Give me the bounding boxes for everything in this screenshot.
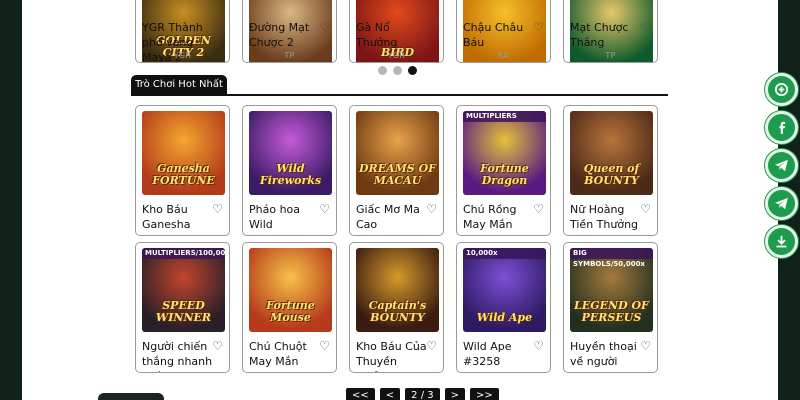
game-title[interactable]: Mạt Chược Thắng bbox=[570, 20, 646, 50]
game-title[interactable]: Nữ Hoàng Tiền Thưởng bbox=[570, 202, 646, 232]
facebook-icon bbox=[779, 121, 786, 134]
page-current-indicator: 2 / 3 bbox=[405, 388, 440, 400]
game-thumbnail[interactable]: Wild Fireworks bbox=[249, 111, 332, 195]
favorite-heart-icon[interactable]: ♡ bbox=[212, 340, 223, 352]
game-title[interactable]: Gà Nổ Thưởng bbox=[356, 20, 432, 50]
favorite-heart-icon[interactable]: ♡ bbox=[640, 340, 651, 352]
favorite-heart-icon[interactable]: ♡ bbox=[426, 21, 437, 33]
game-logo-art: LEGEND OF PERSEUS bbox=[574, 299, 649, 324]
game-logo-art: Wild Fireworks bbox=[259, 162, 322, 187]
carousel-dot-3[interactable] bbox=[408, 66, 417, 75]
game-card[interactable]: 10,000x Wild Ape Wild Ape #3258 ♡ bbox=[456, 242, 551, 373]
game-title[interactable]: Pháo hoa Wild bbox=[249, 202, 325, 232]
favorite-heart-icon[interactable]: ♡ bbox=[319, 203, 330, 215]
download-icon bbox=[776, 235, 787, 248]
game-provider: KA bbox=[497, 51, 510, 60]
telegram-button-1[interactable] bbox=[765, 149, 798, 182]
share-button[interactable] bbox=[765, 73, 798, 106]
game-logo-art: Ganesha FORTUNE bbox=[152, 162, 215, 187]
game-logo-art: Queen of BOUNTY bbox=[583, 162, 640, 187]
favorite-heart-icon[interactable]: ♡ bbox=[426, 203, 437, 215]
social-sidebar bbox=[765, 73, 798, 258]
game-thumbnail[interactable]: MULTIPLIERS Fortune Dragon bbox=[463, 111, 546, 195]
section-divider bbox=[131, 94, 668, 96]
game-title[interactable]: Kho Báu Của Thuyền Trưởng bbox=[356, 339, 432, 372]
carousel-dot-1[interactable] bbox=[378, 66, 387, 75]
game-title[interactable]: Chú Rồng May Mắn bbox=[463, 202, 539, 232]
game-title[interactable]: Huyền thoại về người bbox=[570, 339, 646, 369]
section-title: Trò Chơi Hot Nhất bbox=[131, 75, 227, 95]
game-card[interactable]: Fortune Mouse Chú Chuột May Mắn ♡ bbox=[242, 242, 337, 373]
game-thumbnail[interactable]: MULTIPLIERS/100,000x SPEED WINNER bbox=[142, 248, 225, 332]
game-title[interactable]: Chú Chuột May Mắn bbox=[249, 339, 325, 369]
game-title[interactable]: Đường Mạt Chược 2 bbox=[249, 20, 325, 50]
page-last-button[interactable]: >> bbox=[470, 388, 499, 400]
game-card[interactable]: Queen of BOUNTY Nữ Hoàng Tiền Thưởng ♡ bbox=[563, 105, 658, 236]
page-prev-button[interactable]: < bbox=[379, 388, 401, 400]
game-provider: TP bbox=[284, 51, 295, 60]
game-card[interactable]: Wild Fireworks Pháo hoa Wild ♡ bbox=[242, 105, 337, 236]
game-logo-art: Fortune Mouse bbox=[266, 299, 315, 324]
carousel-dot-2[interactable] bbox=[393, 66, 402, 75]
game-title[interactable]: Kho Báu Ganesha bbox=[142, 202, 218, 232]
multiplier-badge: MULTIPLIERS bbox=[463, 111, 546, 122]
game-title[interactable]: Wild Ape #3258 bbox=[463, 339, 539, 369]
game-card[interactable]: Đường Mạt Chược 2 ♡ TP bbox=[242, 0, 337, 63]
multiplier-badge: MULTIPLIERS/100,000x bbox=[142, 248, 225, 259]
game-card[interactable]: BIG SYMBOLS/50,000x LEGEND OF PERSEUS Huyề… bbox=[563, 242, 658, 373]
game-thumbnail[interactable]: Ganesha FORTUNE bbox=[142, 111, 225, 195]
game-thumbnail[interactable]: BIG SYMBOLS/50,000x LEGEND OF PERSEUS bbox=[570, 248, 653, 332]
favorite-heart-icon[interactable]: ♡ bbox=[533, 21, 544, 33]
facebook-button[interactable] bbox=[765, 111, 798, 144]
game-thumbnail[interactable]: Captain's BOUNTY bbox=[356, 248, 439, 332]
telegram-button-2[interactable] bbox=[765, 187, 798, 220]
carousel-dots bbox=[378, 66, 417, 75]
game-title[interactable]: Giấc Mơ Ma Cao bbox=[356, 202, 432, 232]
game-card[interactable]: Ganesha FORTUNE Kho Báu Ganesha ♡ bbox=[135, 105, 230, 236]
page-first-button[interactable]: << bbox=[346, 388, 375, 400]
game-provider: YGR bbox=[173, 51, 192, 60]
game-logo-art: Captain's BOUNTY bbox=[368, 299, 427, 324]
favorite-heart-icon[interactable]: ♡ bbox=[426, 340, 437, 352]
favorite-heart-icon[interactable]: ♡ bbox=[212, 21, 223, 33]
game-provider: YGR bbox=[387, 51, 406, 60]
multiplier-badge: 10,000x bbox=[463, 248, 546, 259]
game-logo-art: Fortune Dragon bbox=[480, 162, 529, 187]
game-thumbnail[interactable]: Queen of BOUNTY bbox=[570, 111, 653, 195]
bottom-tab[interactable] bbox=[98, 393, 164, 400]
favorite-heart-icon[interactable]: ♡ bbox=[640, 21, 651, 33]
download-button[interactable] bbox=[765, 225, 798, 258]
game-logo-art: Wild Ape bbox=[476, 311, 533, 324]
favorite-heart-icon[interactable]: ♡ bbox=[533, 203, 544, 215]
game-card[interactable]: Chậu Châu Báu ♡ KA bbox=[456, 0, 551, 63]
game-card[interactable]: Captain's BOUNTY Kho Báu Của Thuyền Trưởn… bbox=[349, 242, 444, 373]
game-title[interactable]: Chậu Châu Báu bbox=[463, 20, 539, 50]
game-card[interactable]: MULTIPLIERS Fortune Dragon Chú Rồng May Mắ… bbox=[456, 105, 551, 236]
game-provider: TP bbox=[605, 51, 616, 60]
game-thumbnail[interactable]: 10,000x Wild Ape bbox=[463, 248, 546, 332]
game-logo-art: DREAMS OF MACAU bbox=[359, 162, 436, 187]
game-logo-art: SPEED WINNER bbox=[155, 299, 212, 324]
favorite-heart-icon[interactable]: ♡ bbox=[212, 203, 223, 215]
telegram-icon bbox=[775, 197, 788, 210]
game-thumbnail[interactable]: Fortune Mouse bbox=[249, 248, 332, 332]
multiplier-badge: BIG SYMBOLS/50,000x bbox=[570, 248, 653, 268]
favorite-heart-icon[interactable]: ♡ bbox=[319, 21, 330, 33]
pagination: << < 2 / 3 > >> bbox=[346, 388, 499, 400]
favorite-heart-icon[interactable]: ♡ bbox=[640, 203, 651, 215]
favorite-heart-icon[interactable]: ♡ bbox=[319, 340, 330, 352]
game-card[interactable]: BIRD Gà Nổ Thưởng ♡ YGR bbox=[349, 0, 444, 63]
page-next-button[interactable]: > bbox=[444, 388, 465, 400]
game-card[interactable]: Mạt Chược Thắng ♡ TP bbox=[563, 0, 658, 63]
telegram-icon bbox=[775, 159, 788, 172]
favorite-heart-icon[interactable]: ♡ bbox=[533, 340, 544, 352]
game-card[interactable]: GOLDEN CITY 2 YGR Thành phố vàng Maya 2 ♡ Y… bbox=[135, 0, 230, 63]
share-icon bbox=[774, 82, 789, 97]
game-card[interactable]: MULTIPLIERS/100,000x SPEED WINNER Người ch… bbox=[135, 242, 230, 373]
game-title[interactable]: Người chiến thắng nhanh chóng bbox=[142, 339, 218, 372]
game-card[interactable]: DREAMS OF MACAU Giấc Mơ Ma Cao ♡ bbox=[349, 105, 444, 236]
game-thumbnail[interactable]: DREAMS OF MACAU bbox=[356, 111, 439, 195]
